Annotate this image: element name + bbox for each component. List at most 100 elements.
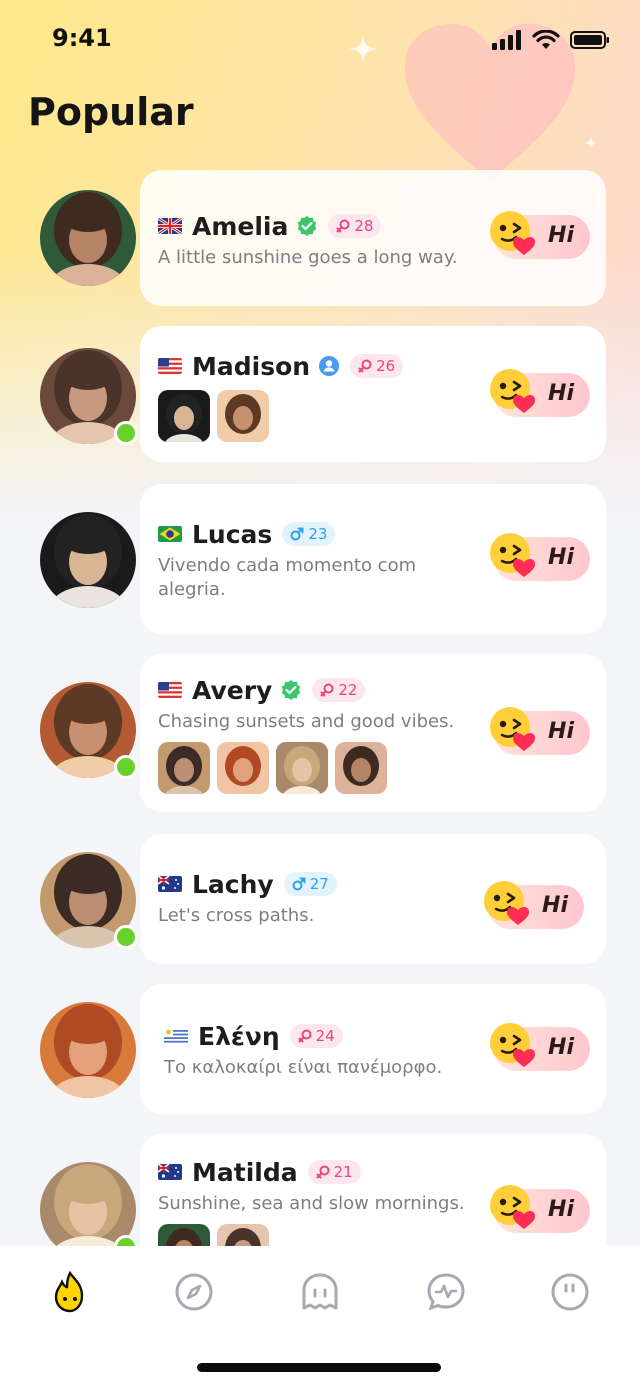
say-hi-button[interactable]: Hi (484, 881, 584, 929)
user-info: Madison 26 (158, 350, 478, 442)
quote-bubble-icon[interactable] (548, 1270, 592, 1314)
user-info: Lucas 23 Vivendo cada momento com alegria. (158, 518, 478, 602)
user-info: Amelia 28 A little sunshine goes a long wa… (158, 210, 478, 270)
flag-uk-icon (158, 218, 182, 234)
flag-uy-icon (164, 1028, 188, 1044)
age-value: 28 (354, 217, 374, 235)
user-name: Avery (192, 675, 273, 705)
user-info: Ελένη 24 Το καλοκαίρι είναι πανέμορφο. (164, 1020, 484, 1080)
user-bio: A little sunshine goes a long way. (158, 247, 458, 268)
age-badge: 21 (307, 1160, 361, 1184)
page-title: Popular (28, 90, 194, 134)
say-hi-button[interactable]: Hi (490, 707, 590, 755)
say-hi-label: Hi (548, 1197, 574, 1222)
photo-strip (158, 390, 478, 442)
identity-verified-icon (319, 356, 340, 376)
photo-thumbnail[interactable] (217, 390, 269, 442)
say-hi-button[interactable]: Hi (490, 1185, 590, 1233)
photo-thumbnail[interactable] (158, 390, 210, 442)
wink-heart-icon (486, 365, 538, 417)
female-icon (298, 1029, 312, 1043)
name-row: Amelia 28 (158, 210, 478, 242)
say-hi-button[interactable]: Hi (490, 369, 590, 417)
male-icon (290, 527, 304, 541)
verified-badge-icon (282, 680, 301, 700)
say-hi-label: Hi (548, 223, 574, 248)
say-hi-label: Hi (548, 381, 574, 406)
flame-face-icon[interactable] (48, 1270, 92, 1314)
user-name: Ελένη (198, 1021, 280, 1051)
avatar[interactable] (40, 190, 136, 286)
name-row: Avery 22 (158, 674, 478, 706)
wink-heart-icon (486, 703, 538, 755)
say-hi-button[interactable]: Hi (490, 1023, 590, 1071)
wink-heart-icon (486, 207, 538, 259)
flag-au-icon (158, 1164, 182, 1180)
say-hi-label: Hi (548, 545, 574, 570)
female-icon (336, 219, 350, 233)
user-name: Madison (192, 351, 311, 381)
wink-heart-icon (486, 1181, 538, 1233)
name-row: Ελένη 24 (164, 1020, 484, 1052)
name-row: Lucas 23 (158, 518, 478, 550)
wifi-icon (532, 30, 560, 49)
age-badge: 28 (328, 214, 382, 238)
age-value: 22 (338, 681, 358, 699)
flag-au-icon (158, 876, 182, 892)
photo-thumbnail[interactable] (217, 742, 269, 794)
online-indicator (114, 421, 138, 445)
wink-heart-icon (480, 877, 532, 929)
user-bio: Vivendo cada momento com alegria. (158, 555, 417, 600)
name-row: Madison 26 (158, 350, 478, 382)
photo-strip (158, 742, 478, 794)
battery-icon (570, 31, 609, 49)
female-icon (358, 359, 372, 373)
user-bio: Chasing sunsets and good vibes. (158, 711, 455, 732)
status-time: 9:41 (52, 24, 112, 52)
photo-thumbnail[interactable] (158, 742, 210, 794)
say-hi-label: Hi (548, 1035, 574, 1060)
verified-badge-icon (298, 216, 317, 236)
say-hi-button[interactable]: Hi (490, 211, 590, 259)
say-hi-label: Hi (548, 719, 574, 744)
say-hi-label: Hi (542, 893, 568, 918)
age-badge: 27 (283, 872, 337, 896)
sparkle-small-icon (584, 136, 598, 150)
age-value: 24 (315, 1027, 335, 1045)
user-bio: Sunshine, sea and slow mornings. (158, 1193, 465, 1214)
ghost-chat-icon[interactable] (298, 1270, 342, 1314)
age-badge: 23 (282, 522, 336, 546)
user-name: Amelia (192, 211, 289, 241)
signal-icon (492, 30, 521, 50)
age-badge: 22 (312, 678, 366, 702)
status-bar: 9:41 (0, 0, 640, 80)
avatar[interactable] (40, 1002, 136, 1098)
activity-bubble-icon[interactable] (424, 1270, 468, 1314)
age-badge: 24 (289, 1024, 343, 1048)
age-badge: 26 (350, 354, 404, 378)
user-info: Lachy 27 Let's cross paths. (158, 868, 478, 928)
user-bio: Το καλοκαίρι είναι πανέμορφο. (164, 1057, 443, 1078)
user-name: Lachy (192, 869, 274, 899)
age-value: 27 (309, 875, 329, 893)
male-icon (292, 877, 306, 891)
name-row: Matilda 21 (158, 1156, 478, 1188)
user-info: Avery 22 Chasing sunsets and good vibes. (158, 674, 478, 794)
wink-heart-icon (486, 529, 538, 581)
compass-icon[interactable] (172, 1270, 216, 1314)
flag-br-icon (158, 526, 182, 542)
avatar[interactable] (40, 512, 136, 608)
user-name: Matilda (192, 1157, 298, 1187)
age-value: 26 (376, 357, 396, 375)
say-hi-button[interactable]: Hi (490, 533, 590, 581)
photo-thumbnail[interactable] (276, 742, 328, 794)
user-name: Lucas (192, 519, 273, 549)
photo-thumbnail[interactable] (335, 742, 387, 794)
online-indicator (114, 755, 138, 779)
female-icon (320, 683, 334, 697)
online-indicator (114, 925, 138, 949)
female-icon (316, 1165, 330, 1179)
age-value: 21 (333, 1163, 353, 1181)
name-row: Lachy 27 (158, 868, 478, 900)
flag-us-icon (158, 358, 182, 374)
